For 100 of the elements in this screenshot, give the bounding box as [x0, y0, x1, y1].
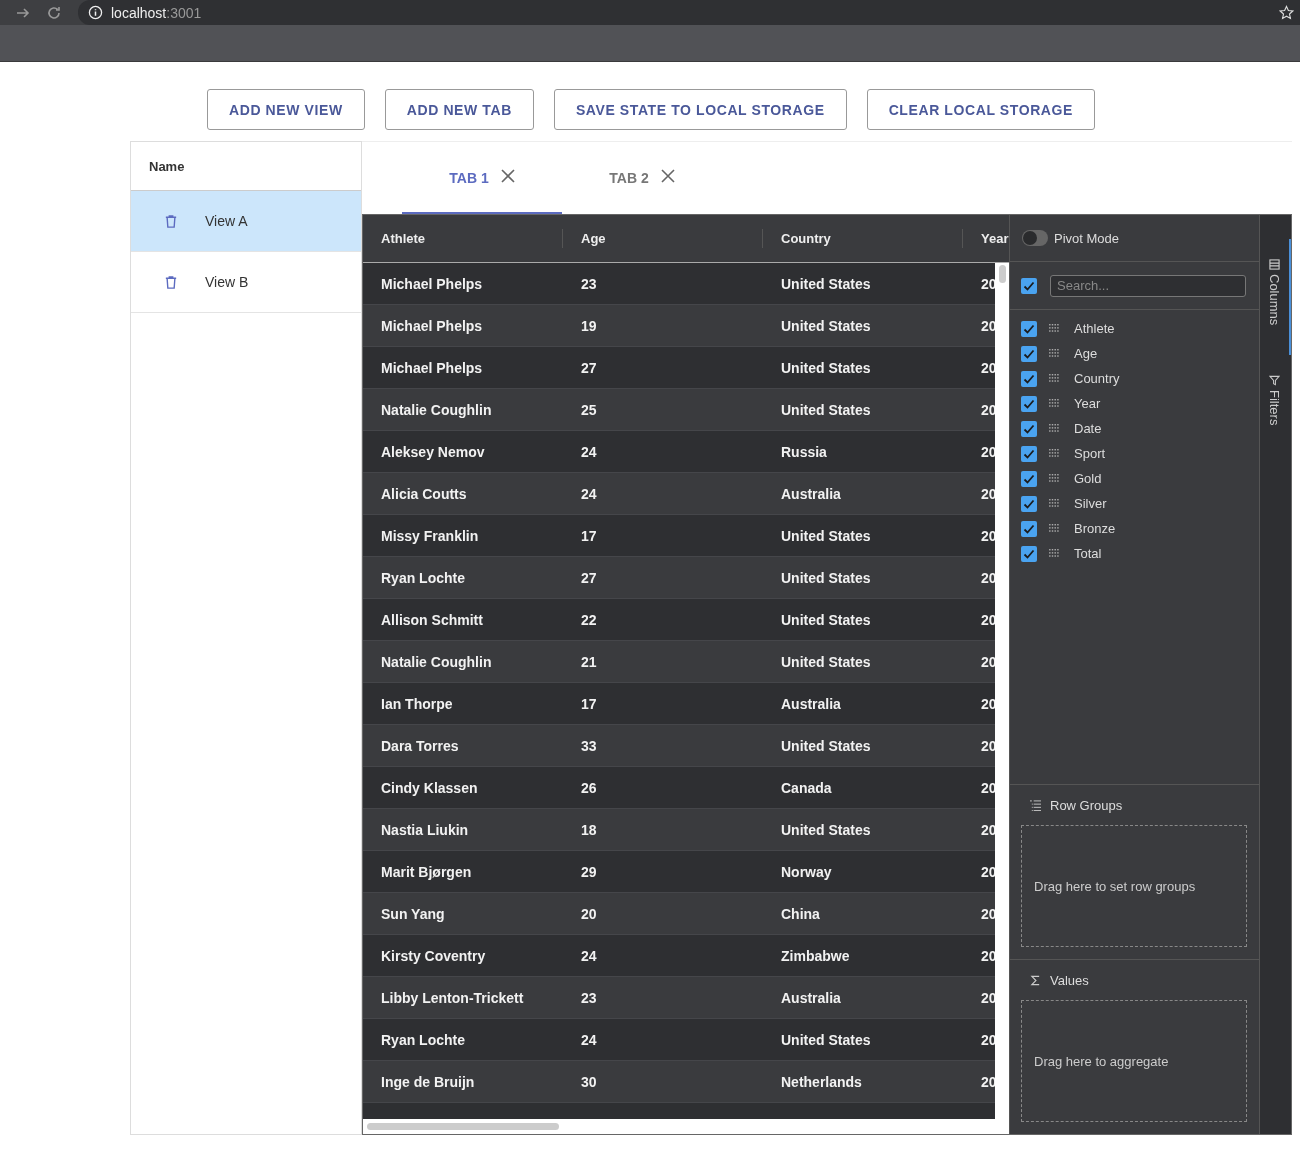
- pivot-toggle[interactable]: [1022, 230, 1048, 246]
- drag-handle-icon[interactable]: [1049, 549, 1060, 558]
- side-tab[interactable]: Filters: [1260, 355, 1291, 456]
- column-checkbox[interactable]: [1021, 445, 1037, 462]
- table-cell: 26: [581, 779, 597, 796]
- column-name: Age: [1074, 346, 1098, 361]
- drag-handle-icon[interactable]: [1049, 424, 1060, 433]
- drop-zone[interactable]: Drag here to aggregate: [1021, 1000, 1247, 1122]
- table-cell: United States: [781, 275, 871, 292]
- column-name: Country: [1074, 371, 1120, 386]
- table-cell: Michael Phelps: [381, 275, 483, 292]
- table-cell: United States: [781, 1031, 871, 1048]
- table-cell: United States: [781, 653, 871, 670]
- table-cell: Inge de Bruijn: [381, 1073, 475, 1090]
- row-groups-icon: [1029, 799, 1042, 811]
- column-header[interactable]: Country: [781, 231, 831, 246]
- column-checkbox[interactable]: [1021, 545, 1037, 562]
- drag-handle-icon[interactable]: [1049, 524, 1060, 533]
- table-cell: United States: [781, 527, 871, 544]
- trash-icon[interactable]: [165, 274, 177, 290]
- table-cell: Ryan Lochte: [381, 1031, 465, 1048]
- table-cell: 18: [581, 821, 597, 838]
- drag-handle-icon[interactable]: [1049, 449, 1060, 458]
- filter-icon: [1269, 375, 1280, 387]
- table-cell: United States: [781, 611, 871, 628]
- column-checkbox[interactable]: [1021, 520, 1037, 537]
- table-cell: 23: [581, 989, 597, 1006]
- side-tab[interactable]: Columns: [1260, 239, 1291, 356]
- table-cell: Marit Bjørgen: [381, 863, 472, 880]
- tab[interactable]: TAB 2: [562, 142, 722, 214]
- table-cell: 30: [581, 1073, 597, 1090]
- table-cell: Russia: [781, 443, 827, 460]
- table-cell: Alicia Coutts: [381, 485, 467, 502]
- trash-icon[interactable]: [165, 213, 177, 229]
- section-title: Values: [1050, 972, 1089, 988]
- column-name: Bronze: [1074, 521, 1116, 536]
- table-cell: Aleksey Nemov: [381, 443, 485, 460]
- table-cell: Dara Torres: [381, 737, 459, 754]
- table-cell: 20: [581, 905, 597, 922]
- table-cell: Zimbabwe: [781, 947, 850, 964]
- vertical-scrollbar[interactable]: [995, 263, 1009, 1119]
- column-header[interactable]: Athlete: [381, 231, 426, 246]
- table-cell: United States: [781, 401, 871, 418]
- drop-zone[interactable]: Drag here to set row groups: [1021, 825, 1247, 947]
- table-cell: Libby Lenton-Trickett: [381, 989, 524, 1006]
- table-cell: United States: [781, 569, 871, 586]
- section-title: Row Groups: [1050, 797, 1123, 813]
- column-checkbox[interactable]: [1021, 320, 1037, 337]
- column-checkbox[interactable]: [1021, 345, 1037, 362]
- search-field[interactable]: Search...: [1050, 274, 1246, 297]
- column-checkbox[interactable]: [1021, 395, 1037, 412]
- toolbar-button[interactable]: ADD NEW VIEW: [207, 89, 365, 130]
- table-cell: Canada: [781, 779, 832, 796]
- column-name: Date: [1074, 421, 1102, 436]
- table-cell: Australia: [781, 485, 841, 502]
- reload-icon[interactable]: [46, 4, 62, 21]
- column-name: Total: [1074, 546, 1102, 561]
- table-cell: United States: [781, 359, 871, 376]
- table-cell: China: [781, 905, 820, 922]
- table-cell: 29: [581, 863, 597, 880]
- table-cell: 27: [581, 569, 597, 586]
- drag-handle-icon[interactable]: [1049, 499, 1060, 508]
- table-cell: Natalie Coughlin: [381, 653, 492, 670]
- column-header[interactable]: Year: [981, 231, 1009, 246]
- column-checkbox[interactable]: [1021, 495, 1037, 512]
- drag-handle-icon[interactable]: [1049, 374, 1060, 383]
- horizontal-scrollbar[interactable]: [363, 1119, 1009, 1134]
- table-cell: Allison Schmitt: [381, 611, 483, 628]
- column-checkbox[interactable]: [1021, 370, 1037, 387]
- toolbar-button[interactable]: SAVE STATE TO LOCAL STORAGE: [553, 89, 847, 130]
- address-bar[interactable]: localhost:3001: [78, 0, 1300, 25]
- view-item[interactable]: View B: [131, 252, 361, 313]
- close-icon[interactable]: [500, 169, 515, 183]
- info-icon: [88, 5, 103, 20]
- table-cell: Michael Phelps: [381, 317, 483, 334]
- drag-handle-icon[interactable]: [1049, 324, 1060, 333]
- select-all-checkbox[interactable]: [1021, 277, 1037, 294]
- drag-handle-icon[interactable]: [1049, 349, 1060, 358]
- view-item[interactable]: View A: [131, 191, 361, 252]
- table-cell: 33: [581, 737, 597, 754]
- table-cell: Netherlands: [781, 1073, 862, 1090]
- table-cell: 21: [581, 653, 597, 670]
- table-cell: Australia: [781, 989, 841, 1006]
- table-cell: 24: [581, 485, 597, 502]
- column-name: Athlete: [1074, 321, 1115, 336]
- table-cell: Missy Franklin: [381, 527, 479, 544]
- table-cell: Ian Thorpe: [381, 695, 453, 712]
- column-name: Gold: [1074, 471, 1102, 486]
- column-header[interactable]: Age: [581, 231, 606, 246]
- toolbar-button[interactable]: ADD NEW TAB: [384, 89, 534, 130]
- column-checkbox[interactable]: [1021, 420, 1037, 437]
- drag-handle-icon[interactable]: [1049, 474, 1060, 483]
- table-cell: 17: [581, 527, 597, 544]
- column-name: Sport: [1074, 446, 1106, 461]
- close-icon[interactable]: [660, 169, 675, 183]
- column-checkbox[interactable]: [1021, 470, 1037, 487]
- toolbar-button[interactable]: CLEAR LOCAL STORAGE: [866, 89, 1095, 130]
- table-cell: United States: [781, 737, 871, 754]
- drag-handle-icon[interactable]: [1049, 399, 1060, 408]
- star-icon[interactable]: [1279, 5, 1294, 20]
